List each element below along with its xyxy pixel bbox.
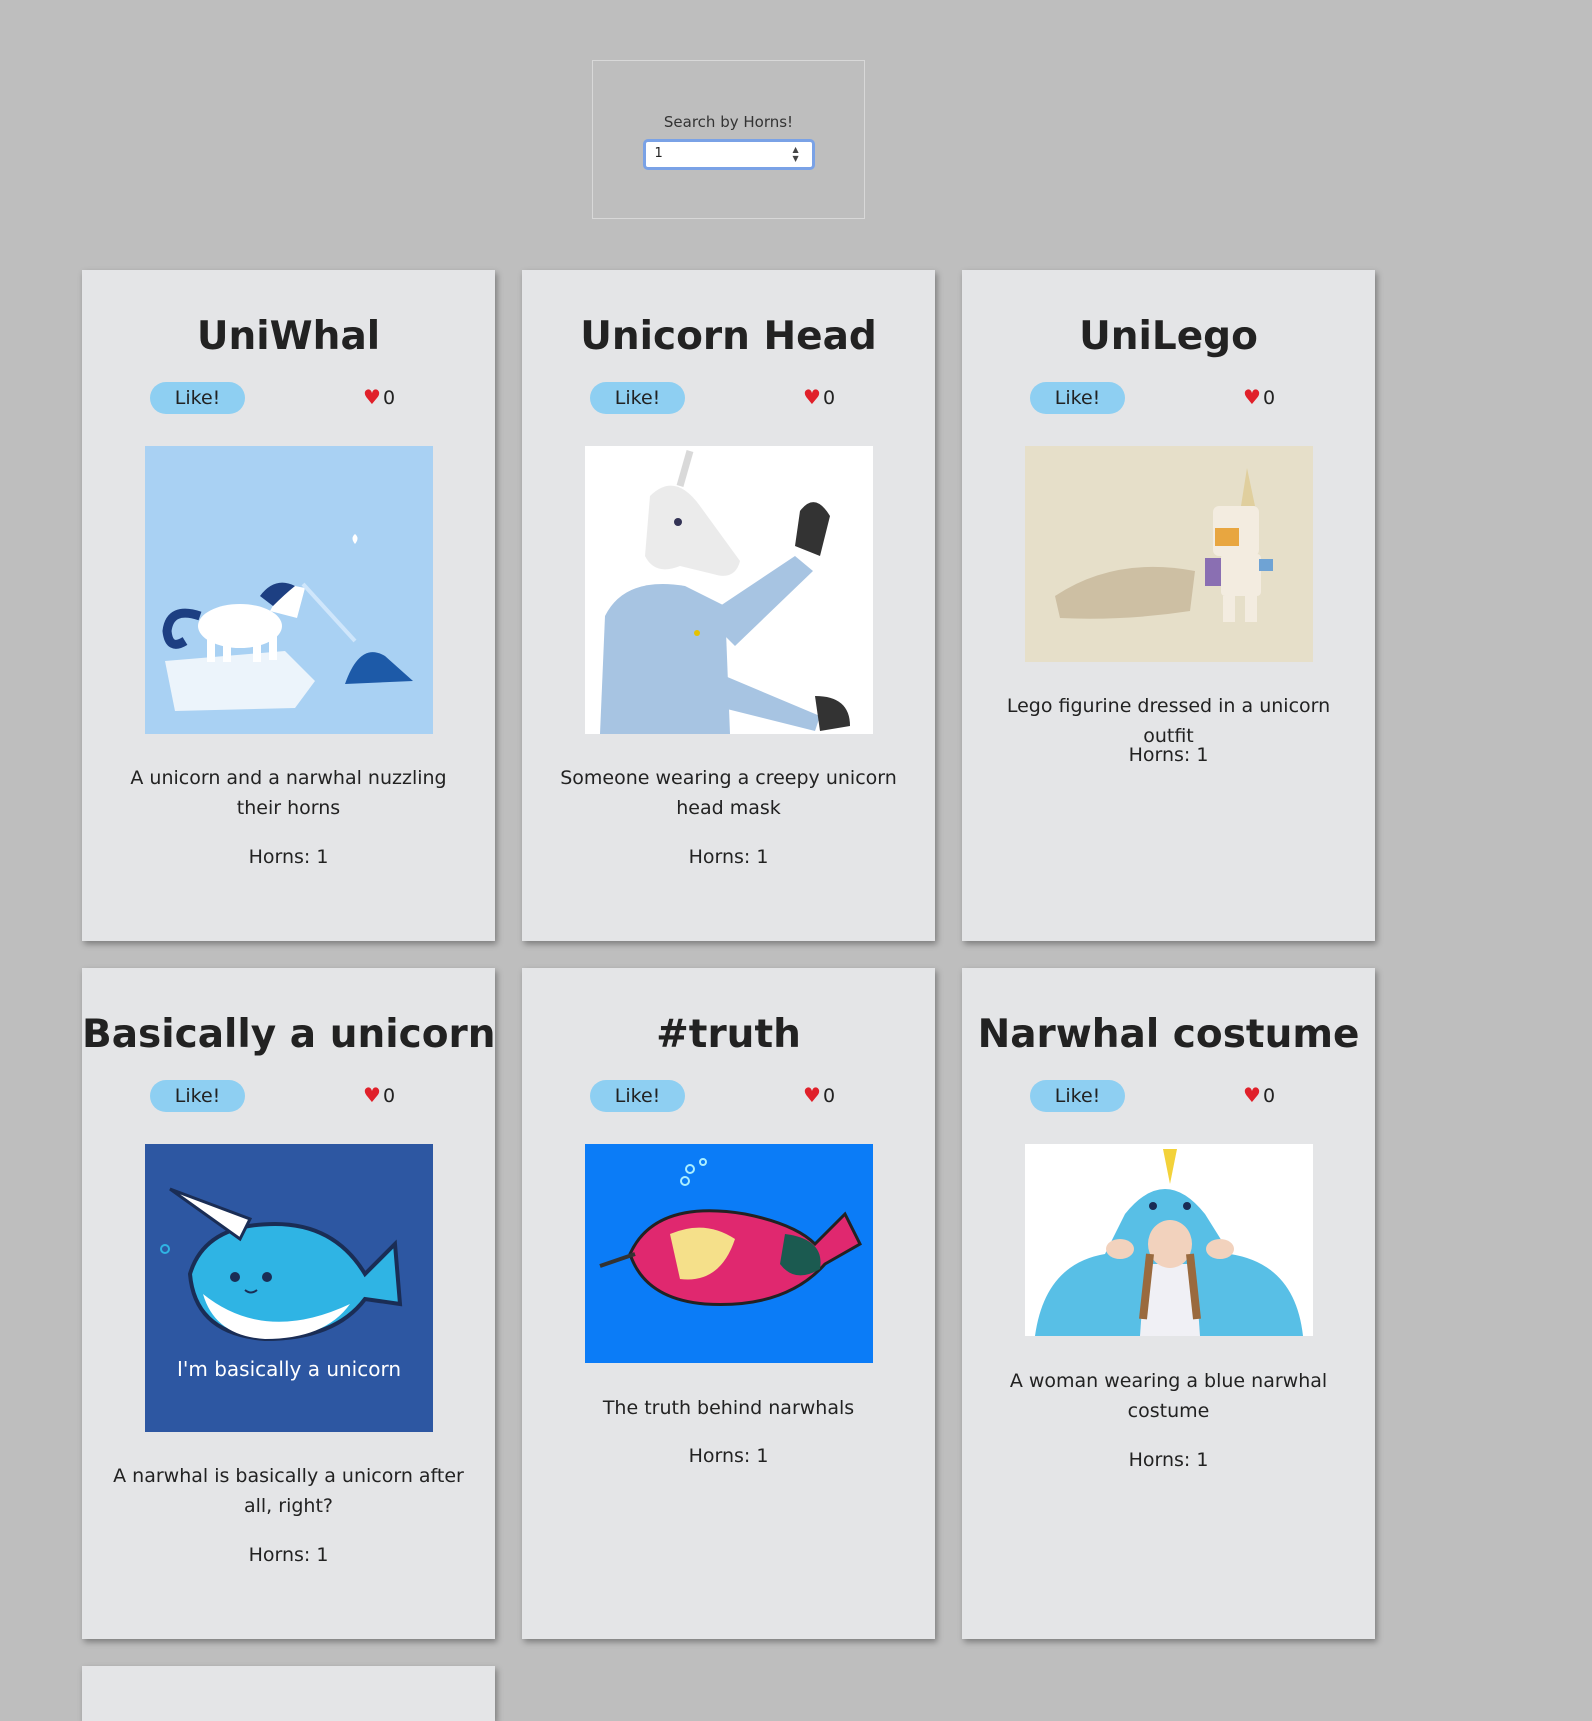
like-count: ♥ 0 [363,1083,396,1107]
card-unicorn-head: Unicorn Head Like! ♥ 0 Someone wearing a … [522,270,935,941]
card-unilego: UniLego Like! ♥ 0 Lego figurine dressed i… [962,270,1375,941]
card-horns: Horns: 1 [248,1544,329,1566]
like-button[interactable]: Like! [1030,1080,1125,1112]
like-count: ♥ 0 [803,1083,836,1107]
like-button[interactable]: Like! [590,1080,685,1112]
card-description: A unicorn and a narwhal nuzzling their h… [130,767,447,819]
card-description: A narwhal is basically a unicorn after a… [113,1465,464,1517]
card-uniwhal: UniWhal Like! ♥ 0 A unicorn and a narwhal… [82,270,495,941]
card-horns: Horns: 1 [1128,1449,1209,1471]
like-button[interactable]: Like! [590,382,685,414]
like-button[interactable]: Like! [1030,382,1125,414]
card-title: #truth [656,1012,801,1057]
card-partial [82,1666,495,1721]
card-basically-a-unicorn: Basically a unicorn Like! ♥ 0 I'm basical… [82,968,496,1639]
spinner-arrows-icon[interactable]: ▲ ▼ [793,145,803,163]
card-title: Basically a unicorn [82,1012,496,1057]
card-title: Narwhal costume [977,1012,1360,1057]
card-image[interactable] [585,1144,873,1363]
card-image[interactable]: I'm basically a unicorn [145,1144,433,1432]
heart-icon: ♥ [803,385,821,409]
like-count: ♥ 0 [363,385,396,409]
card-title: Unicorn Head [580,314,877,359]
card-truth: #truth Like! ♥ 0 The truth behind narwhal… [522,968,935,1639]
card-description: A woman wearing a blue narwhal costume [1009,1370,1328,1422]
card-image[interactable] [585,446,873,734]
like-button[interactable]: Like! [150,382,245,414]
card-horns: Horns: 1 [688,1445,769,1467]
heart-icon: ♥ [1243,1083,1261,1107]
image-caption: I'm basically a unicorn [177,1357,401,1381]
heart-icon: ♥ [363,385,381,409]
heart-icon: ♥ [803,1083,821,1107]
search-panel: Search by Horns! 1 ▲ ▼ [592,60,865,219]
horns-input-value: 1 [654,146,663,161]
card-image[interactable] [1025,446,1313,662]
heart-icon: ♥ [1243,385,1261,409]
card-horns: Horns: 1 [248,846,329,868]
like-count: ♥ 0 [1243,385,1276,409]
card-description: Lego figurine dressed in a unicorn outfi… [1006,695,1331,747]
heart-icon: ♥ [363,1083,381,1107]
card-description: Someone wearing a creepy unicorn head ma… [560,767,897,819]
card-title: UniLego [1079,314,1258,359]
like-count: ♥ 0 [1243,1083,1276,1107]
card-narwhal-costume: Narwhal costume Like! ♥ 0 A woman wearing… [962,968,1375,1639]
like-button[interactable]: Like! [150,1080,245,1112]
search-label: Search by Horns! [663,113,794,131]
card-description: The truth behind narwhals [602,1397,855,1419]
card-horns: Horns: 1 [688,846,769,868]
card-title: UniWhal [196,314,381,359]
card-image[interactable] [145,446,433,734]
like-count: ♥ 0 [803,385,836,409]
card-horns: Horns: 1 [1128,744,1209,766]
card-image[interactable] [1025,1144,1313,1336]
horns-number-input[interactable]: 1 ▲ ▼ [642,139,815,170]
